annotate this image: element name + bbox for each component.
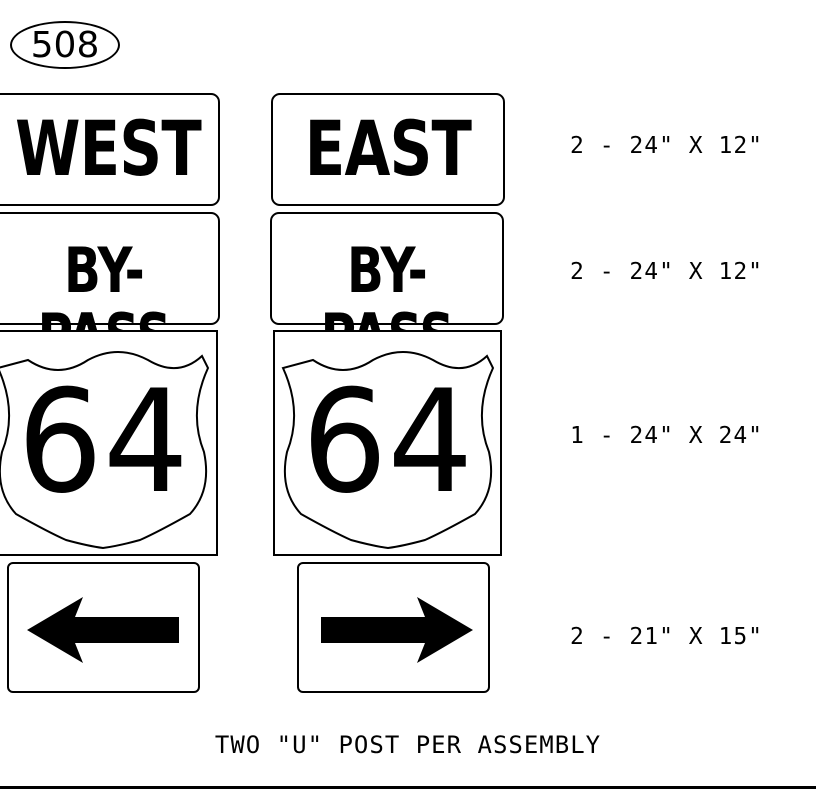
route-number-right: 64 [301,360,474,525]
us-route-sign-left: 64 [0,330,218,556]
bottom-rule [0,786,816,789]
east-direction-sign: EAST [271,93,505,206]
bypass-sign-right: BY-PASS [270,212,504,370]
left-arrow-icon [27,597,179,663]
right-arrow-icon [321,597,473,663]
right-arrow-sign [297,562,490,693]
us-route-sign-right: 64 [273,330,502,556]
legend-row-1: 2 - 24" X 12" [570,133,764,159]
assembly-number-badge: 508 [10,21,120,69]
legend-row-4: 2 - 21" X 15" [570,624,764,650]
east-label: EAST [304,104,472,193]
left-arrow-sign [7,562,200,693]
west-label: WEST [15,104,202,193]
legend-row-3: 1 - 24" X 24" [570,423,764,449]
assembly-note: TWO "U" POST PER ASSEMBLY [214,731,602,759]
legend-row-2: 2 - 24" X 12" [570,259,764,285]
bypass-sign-left: BY-PASS [0,212,220,370]
route-number-left: 64 [17,360,189,525]
west-direction-sign: WEST [0,93,220,206]
assembly-number: 508 [30,24,100,66]
